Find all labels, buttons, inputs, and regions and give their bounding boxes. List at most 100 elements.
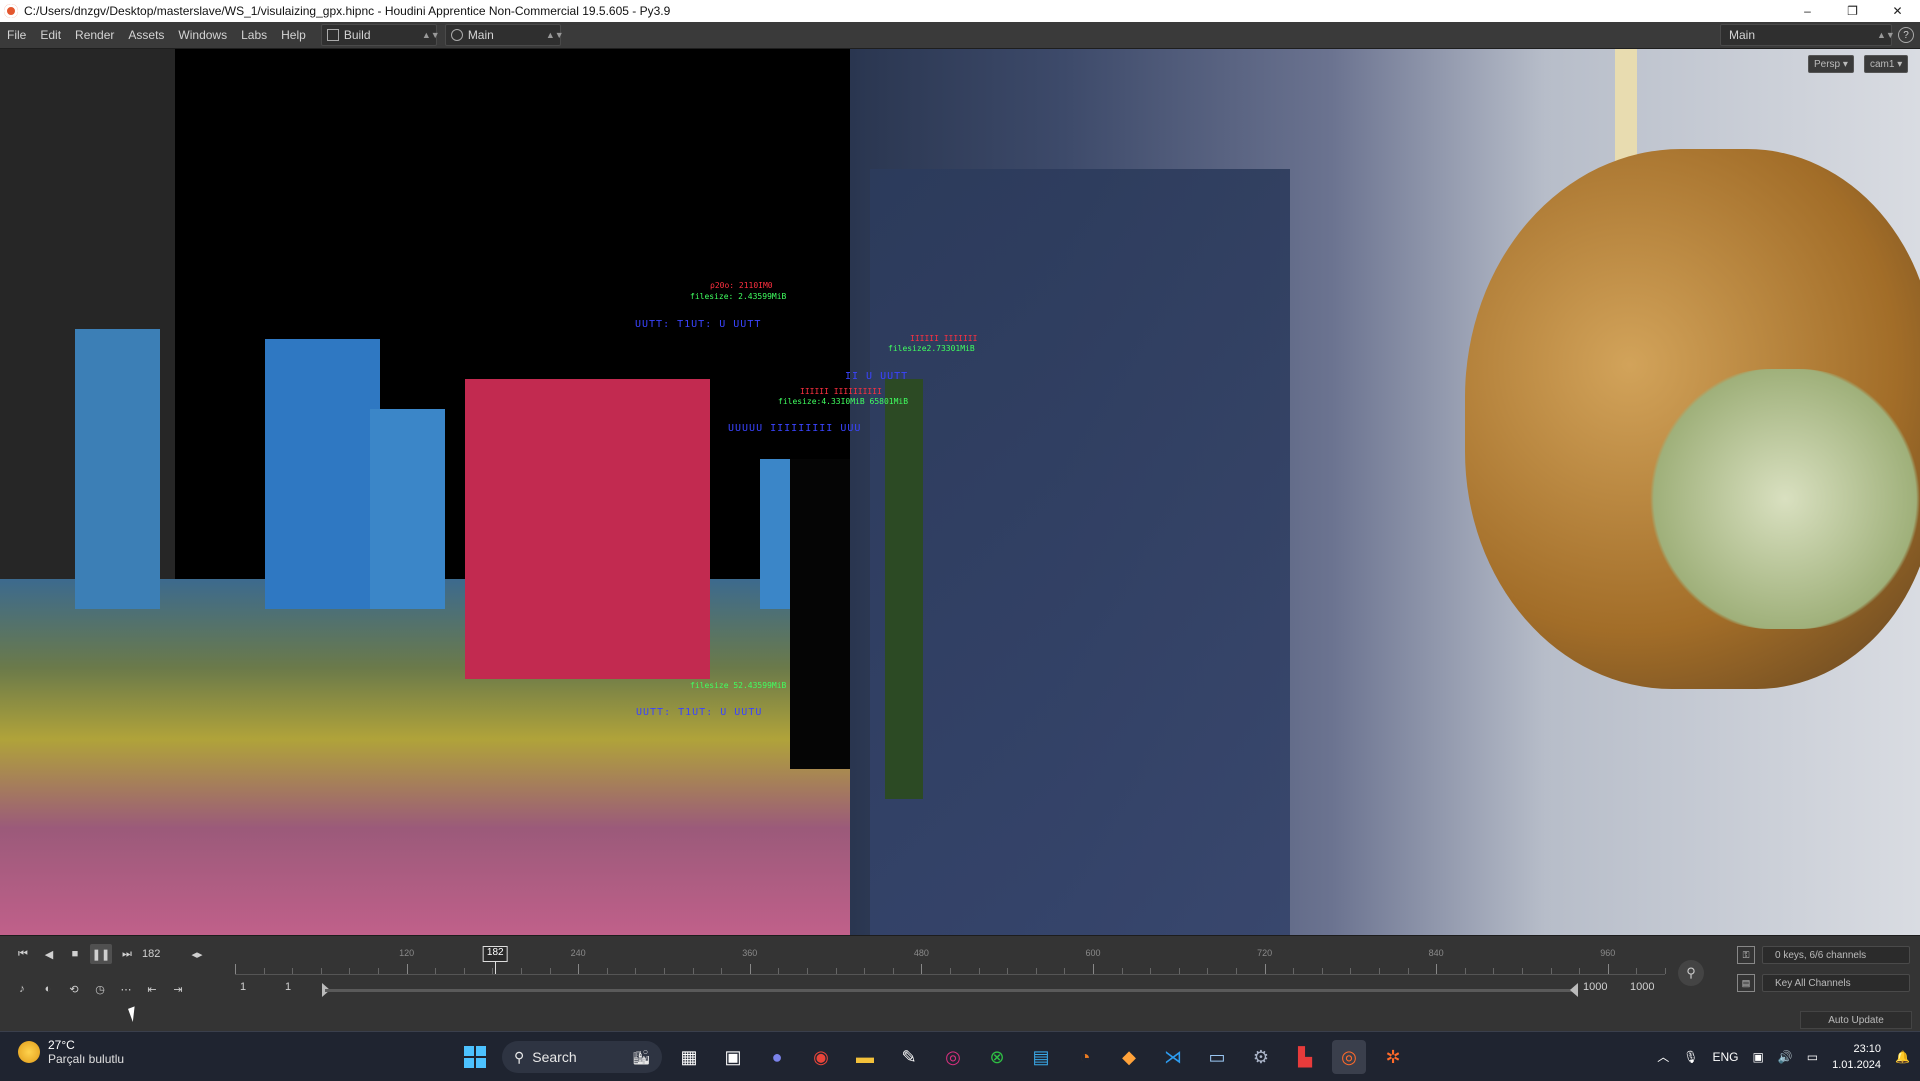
range-end-handle[interactable] [1570,983,1578,997]
pane-desktop-selector[interactable]: Main ▲▼ [1720,24,1895,46]
help-icon[interactable]: ? [1898,27,1914,43]
jump-start-icon[interactable]: ⏮ [12,944,34,964]
network-icon[interactable]: ▣ [1752,1050,1763,1064]
desktop-icon [326,29,339,41]
menu-edit[interactable]: Edit [33,28,68,42]
auto-update-dropdown[interactable]: Auto Update [1800,1011,1912,1029]
key-channels-icon[interactable]: ▤ [1737,974,1755,992]
global-start-field[interactable]: 1 [240,981,246,993]
menu-render[interactable]: Render [68,28,121,42]
ruler-tick [1493,968,1495,974]
ruler-tick [1121,968,1123,974]
maximize-button[interactable]: ❐ [1830,0,1875,22]
app-window-icon[interactable]: ▭ [1200,1040,1234,1074]
ruler-tick [721,968,723,974]
search-highlight-icon: 🏙 [632,1048,650,1065]
start-button[interactable] [458,1040,492,1074]
key-all-channels-button[interactable]: Key All Channels [1762,974,1910,992]
jump-end-icon[interactable]: ⏭ [116,944,138,964]
ruler-tick [1064,968,1066,974]
sound-icon[interactable]: ◐ [38,980,58,998]
playback-start-field[interactable]: 1 [285,981,291,993]
ruler-tick [492,968,494,974]
playback-end-field[interactable]: 1000 [1583,981,1607,993]
photo-dark-bag [870,169,1290,935]
clock[interactable]: 23:10 1.01.2024 [1832,1041,1881,1073]
step-frame-icon[interactable]: ◂▸ [186,944,208,964]
timeline-ruler[interactable]: 182 120 240 360 480 600 720 840 960 [235,946,1666,975]
notepad-icon[interactable]: ▤ [1024,1040,1058,1074]
teams-chat-icon[interactable]: ● [760,1040,794,1074]
chevron-up-icon[interactable]: ︿ [1657,1048,1669,1065]
camera-menu-button[interactable]: cam1 ▾ [1864,55,1909,73]
task-view-icon[interactable]: ▣ [716,1040,750,1074]
stop-icon[interactable]: ■ [64,944,86,964]
vscode-icon[interactable]: ⋊ [1156,1040,1190,1074]
chrome-icon[interactable]: ◉ [804,1040,838,1074]
ruler-tick [1522,968,1523,974]
menu-file[interactable]: File [0,28,33,42]
realtime-icon[interactable]: ◷ [90,980,110,998]
menu-windows[interactable]: Windows [171,28,234,42]
minimize-button[interactable]: – [1785,0,1830,22]
keys-channels-dropdown[interactable]: 0 keys, 6/6 channels [1762,946,1910,964]
ruler-tick [978,968,980,974]
git-icon[interactable]: ◆ [1112,1040,1146,1074]
global-end-field[interactable]: 1000 [1630,981,1654,993]
menu-labs[interactable]: Labs [234,28,274,42]
language-indicator[interactable]: ENG [1712,1050,1738,1064]
geo-label: ΙΙΙΙΙΙ ΙΙΙΙΙΙΙ [910,334,978,343]
ruler-tick [606,968,608,974]
pdf-icon[interactable]: ▙ [1288,1040,1322,1074]
keyframe-icon[interactable]: ⚿ [1737,946,1755,964]
play-reverse-icon[interactable]: ◀ [38,944,60,964]
photo-plant-strip [885,379,923,799]
app-icon[interactable]: ✎ [892,1040,926,1074]
scene-viewport[interactable]: ρ20ο: 2110ΙΜ0 filesize: 2.43599MiB UUTT:… [0,49,1920,935]
xbox-icon[interactable]: ⊗ [980,1040,1014,1074]
persp-menu-button[interactable]: Persp ▾ [1808,55,1854,73]
search-icon: ⚲ [514,1048,525,1065]
magnifier-icon[interactable]: ⚲ [1678,960,1704,986]
geo-label: ΙΙΙΙΙΙ ΙΙΙΙΙΙΙΙΙΙ [800,387,882,396]
loop-icon[interactable]: ⟲ [64,980,84,998]
file-explorer-icon[interactable]: ▬ [848,1040,882,1074]
ruler-tick [921,964,923,974]
houdini-taskbar-icon[interactable]: ◎ [1332,1040,1366,1074]
instagram-icon[interactable]: ◎ [936,1040,970,1074]
range-slider[interactable] [325,989,1575,992]
close-button[interactable]: ✕ [1875,0,1920,22]
settings-gear-icon[interactable]: ⚙ [1244,1040,1278,1074]
current-frame-marker[interactable]: 182 [482,946,508,962]
weather-description: Parçalı bulutlu [48,1052,125,1066]
volume-icon[interactable]: 🔊 [1778,1050,1793,1064]
houdini-launcher-icon[interactable]: ✲ [1376,1040,1410,1074]
ruler-tick [406,964,408,974]
prev-key-icon[interactable]: ⇤ [142,980,162,998]
ruler-tick [892,968,894,974]
ruler-tick [463,968,465,974]
widgets-icon[interactable]: ▦ [672,1040,706,1074]
next-key-icon[interactable]: ⇥ [168,980,188,998]
menu-assets[interactable]: Assets [121,28,171,42]
timeline-cursor[interactable] [495,960,497,974]
notification-bell-icon[interactable]: 🔔 [1895,1050,1910,1064]
fps-icon[interactable]: ⋯ [116,980,136,998]
ruler-label: 360 [742,948,758,958]
desktop-selector-build[interactable]: Build ▲▼ [320,24,440,46]
audio-icon[interactable]: ♪ [12,980,32,998]
weather-widget[interactable]: 27°C Parçalı bulutlu [18,1038,124,1066]
geo-label: UUUUU ΙΙΙΙΙΙΙΙΙ UUU [728,423,862,434]
taskbar-search[interactable]: ⚲ Search 🏙 [502,1041,662,1073]
battery-icon[interactable]: ▭ [1807,1050,1818,1064]
building-mesh-highlight [465,379,710,679]
current-frame-field[interactable]: 182 [142,945,182,963]
pause-icon[interactable]: ❚❚ [90,944,112,964]
crosshair-icon [450,29,463,41]
geo-label: ΙΙ U UUTT [845,371,909,382]
desktop-selector-main[interactable]: Main ▲▼ [444,24,564,46]
menu-help[interactable]: Help [274,28,313,42]
chevron-down-icon: ▲▼ [1877,30,1895,40]
blender-icon[interactable]: ◔ [1068,1040,1102,1074]
microphone-icon[interactable]: 🎙 [1683,1050,1698,1064]
